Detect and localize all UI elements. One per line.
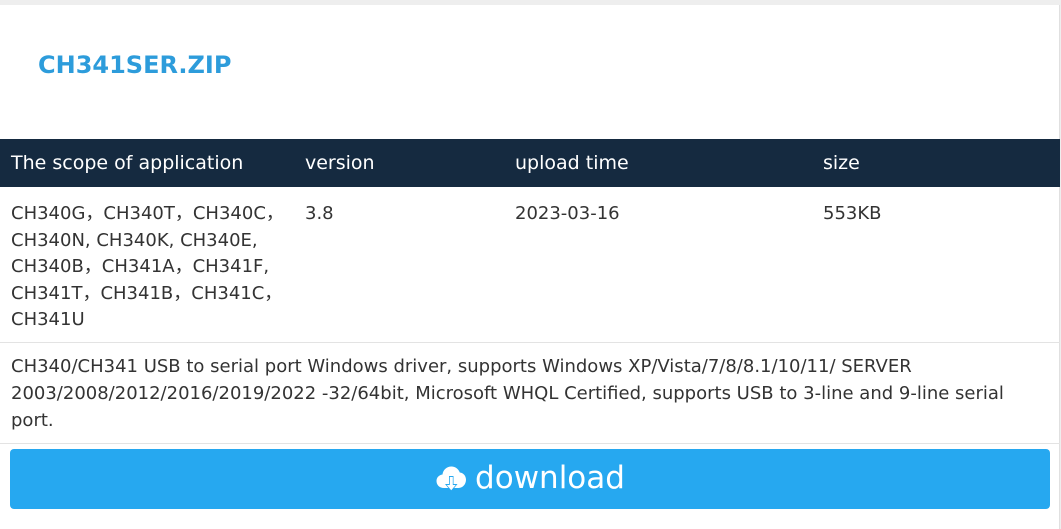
scope-line: CH340N, CH340K, CH340E, [11, 229, 258, 251]
header-size: size [823, 152, 860, 174]
scope-line: CH341U [11, 309, 85, 330]
upload-time-cell: 2023-03-16 [515, 203, 620, 224]
cloud-download-icon [435, 463, 467, 495]
table-row: CH340G，CH340T，CH340C， CH340N, CH340K, CH… [0, 187, 1060, 343]
table-header: The scope of application version upload … [0, 139, 1060, 187]
header-scope: The scope of application [11, 152, 244, 174]
scope-line: CH341T，CH341B，CH341C， [11, 282, 283, 304]
scope-line: CH340B，CH341A，CH341F, [11, 256, 270, 277]
description: CH340/CH341 USB to serial port Windows d… [11, 356, 1004, 431]
file-title: CH341SER.ZIP [38, 51, 232, 79]
download-button[interactable]: download [10, 449, 1050, 509]
divider [0, 443, 1060, 444]
scope-line: CH340G，CH340T，CH340C， [11, 203, 284, 224]
scope-cell: CH340G，CH340T，CH340C， CH340N, CH340K, CH… [11, 201, 286, 334]
header-version: version [305, 152, 375, 174]
version-cell: 3.8 [305, 203, 334, 224]
download-label: download [475, 460, 625, 496]
size-cell: 553KB [823, 203, 882, 224]
header-upload-time: upload time [515, 152, 629, 174]
